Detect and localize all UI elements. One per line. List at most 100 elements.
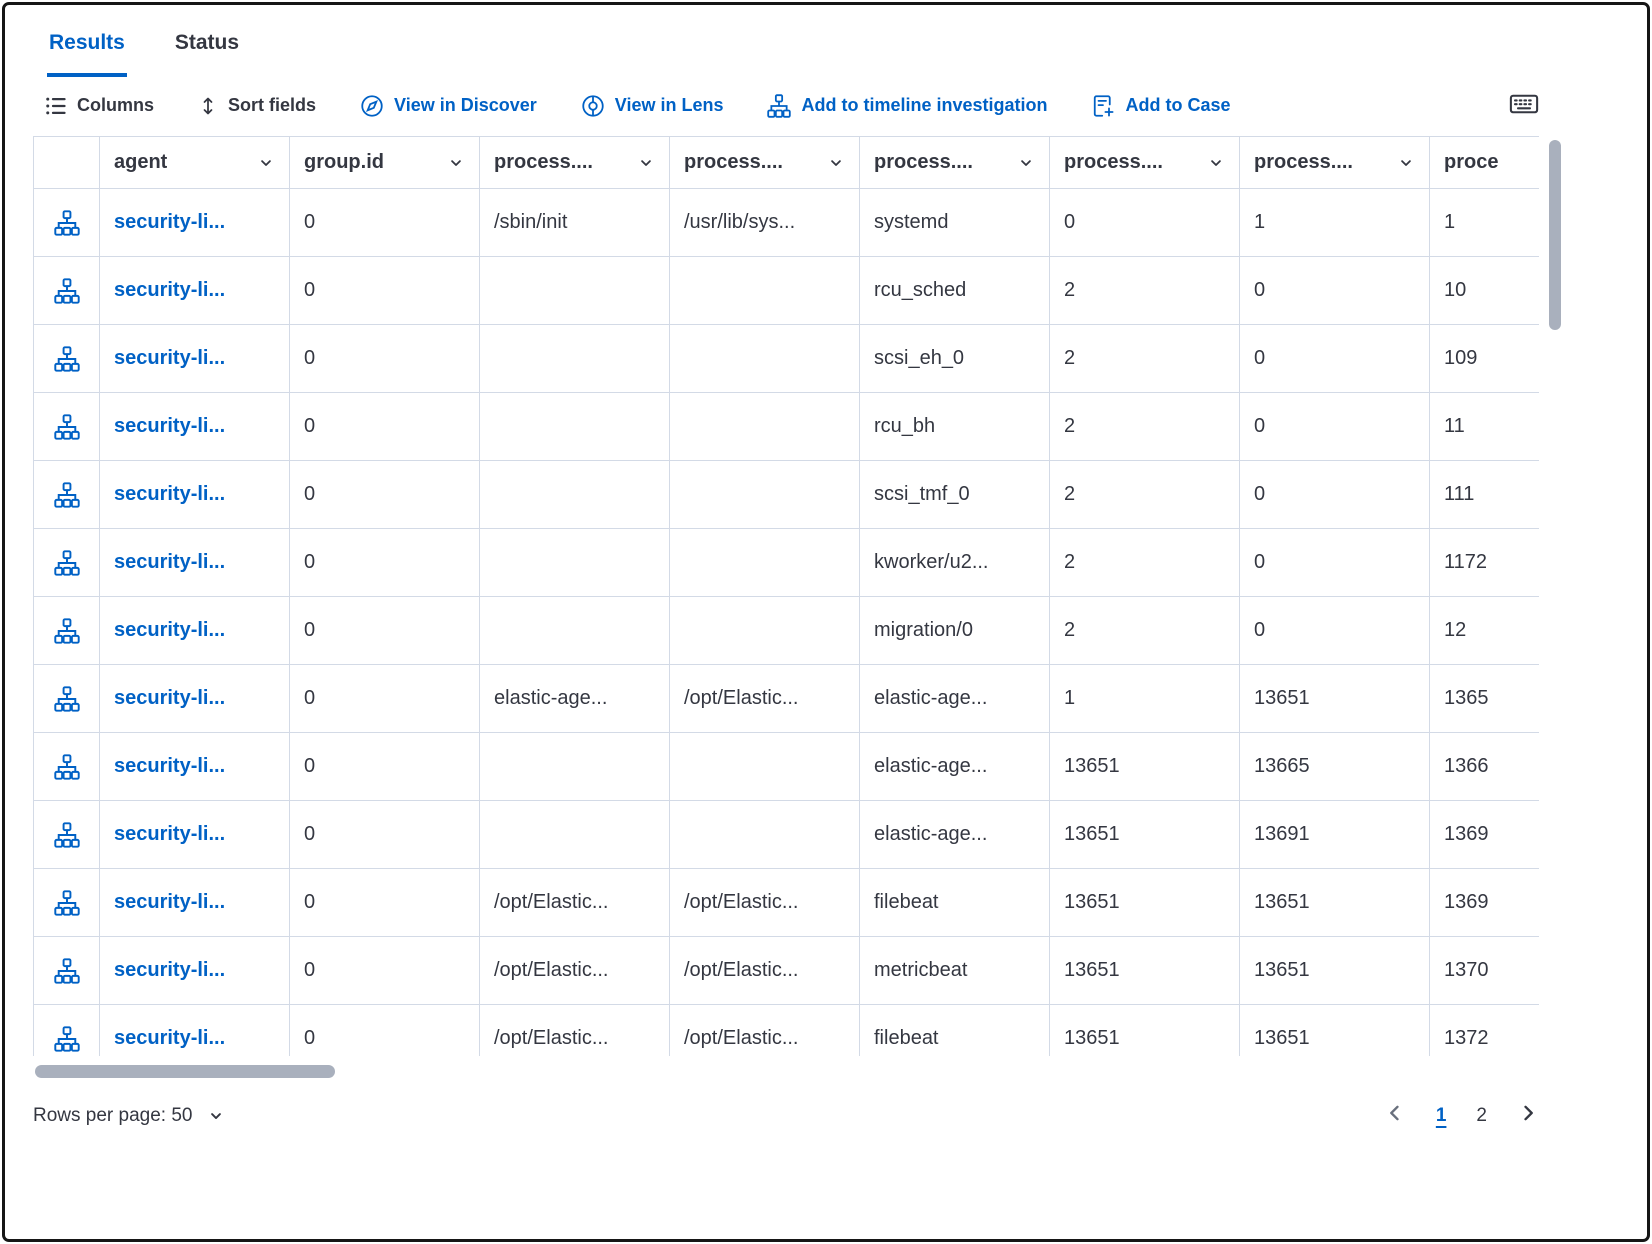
chevron-down-icon <box>637 154 655 172</box>
grid-cell: 13651 <box>1050 937 1240 1005</box>
horizontal-scrollbar-thumb[interactable] <box>35 1065 335 1078</box>
analyze-event-button[interactable] <box>34 733 100 801</box>
grid-cell: 1172 <box>1430 529 1539 597</box>
grid-cell: /opt/Elastic... <box>670 1005 860 1056</box>
agent-link-cell[interactable]: security-li... <box>100 937 290 1005</box>
analyze-event-button[interactable] <box>34 597 100 665</box>
vertical-scrollbar[interactable] <box>1549 138 1561 1050</box>
grid-cell: 13651 <box>1240 869 1430 937</box>
header-cell[interactable]: process.... <box>1240 137 1430 189</box>
grid-cell: 13691 <box>1240 801 1430 869</box>
grid-cell: 0 <box>1240 529 1430 597</box>
agent-link-cell[interactable]: security-li... <box>100 189 290 257</box>
analyze-event-button[interactable] <box>34 1005 100 1056</box>
grid-cell: 2 <box>1050 529 1240 597</box>
previous-page-button[interactable] <box>1384 1102 1406 1130</box>
next-page-button[interactable] <box>1517 1102 1539 1130</box>
analyzer-icon <box>54 686 80 712</box>
grid-cell <box>480 733 670 801</box>
grid-cell: 0 <box>290 461 480 529</box>
grid-cell: 1 <box>1050 665 1240 733</box>
header-cell[interactable]: process.... <box>480 137 670 189</box>
analyze-event-button[interactable] <box>34 937 100 1005</box>
rows-per-page-button[interactable]: Rows per page: 50 <box>33 1105 225 1127</box>
agent-link-cell[interactable]: security-li... <box>100 393 290 461</box>
grid-cell: scsi_tmf_0 <box>860 461 1050 529</box>
grid-cell <box>480 529 670 597</box>
analyzer-icon <box>54 958 80 984</box>
add-to-case-button[interactable]: Add to Case <box>1085 94 1230 118</box>
header-cell[interactable]: group.id <box>290 137 480 189</box>
grid-cell: /opt/Elastic... <box>670 937 860 1005</box>
analyze-event-button[interactable] <box>34 869 100 937</box>
agent-link-cell[interactable]: security-li... <box>100 801 290 869</box>
analyze-event-button[interactable] <box>34 257 100 325</box>
view-in-lens-button[interactable]: View in Lens <box>575 94 724 118</box>
analyze-event-button[interactable] <box>34 325 100 393</box>
keyboard-shortcuts-button[interactable] <box>1509 89 1539 122</box>
columns-button[interactable]: Columns <box>39 95 154 117</box>
analyzer-icon <box>54 890 80 916</box>
grid-cell <box>480 801 670 869</box>
chevron-down-icon <box>827 154 845 172</box>
agent-link-cell[interactable]: security-li... <box>100 869 290 937</box>
agent-link-cell[interactable]: security-li... <box>100 665 290 733</box>
agent-link-cell[interactable]: security-li... <box>100 1005 290 1056</box>
agent-link-cell[interactable]: security-li... <box>100 325 290 393</box>
discover-compass-icon <box>360 94 384 118</box>
view-in-discover-button[interactable]: View in Discover <box>354 94 537 118</box>
grid-cell <box>480 597 670 665</box>
grid-cell: /sbin/init <box>480 189 670 257</box>
analyze-event-button[interactable] <box>34 529 100 597</box>
grid-cell <box>670 257 860 325</box>
add-to-timeline-button[interactable]: Add to timeline investigation <box>761 94 1047 118</box>
table-row: security-li...0/opt/Elastic.../opt/Elast… <box>34 1005 1539 1056</box>
agent-link-cell[interactable]: security-li... <box>100 257 290 325</box>
analyze-event-button[interactable] <box>34 461 100 529</box>
horizontal-scrollbar[interactable] <box>33 1065 1539 1078</box>
table-row: security-li...0migration/02012 <box>34 597 1539 665</box>
grid-cell: 2 <box>1050 257 1240 325</box>
timeline-process-tree-icon <box>767 94 791 118</box>
grid-cell <box>670 393 860 461</box>
grid-cell: rcu_bh <box>860 393 1050 461</box>
grid-cell: /opt/Elastic... <box>670 665 860 733</box>
analyzer-icon <box>54 346 80 372</box>
header-cell[interactable]: agent <box>100 137 290 189</box>
page-2-button[interactable]: 2 <box>1476 1105 1487 1127</box>
header-cell[interactable]: process.... <box>670 137 860 189</box>
analyze-event-button[interactable] <box>34 665 100 733</box>
grid-cell: 13651 <box>1050 733 1240 801</box>
chevron-down-icon <box>257 154 275 172</box>
grid-cell <box>480 393 670 461</box>
chevron-left-icon <box>1384 1102 1406 1130</box>
grid-cell <box>670 325 860 393</box>
analyze-event-button[interactable] <box>34 393 100 461</box>
grid-cell <box>670 597 860 665</box>
grid-cell: 0 <box>1240 257 1430 325</box>
sort-fields-button[interactable]: Sort fields <box>192 95 316 116</box>
agent-link-cell[interactable]: security-li... <box>100 733 290 801</box>
header-cell[interactable]: process.... <box>860 137 1050 189</box>
grid-cell: /opt/Elastic... <box>670 869 860 937</box>
analyzer-icon <box>54 822 80 848</box>
grid-cell: filebeat <box>860 869 1050 937</box>
header-cell[interactable]: process.... <box>1050 137 1240 189</box>
grid-cell: scsi_eh_0 <box>860 325 1050 393</box>
agent-link-cell[interactable]: security-li... <box>100 529 290 597</box>
header-cell[interactable]: proce <box>1430 137 1539 189</box>
grid-cell: /opt/Elastic... <box>480 937 670 1005</box>
agent-link-cell[interactable]: security-li... <box>100 597 290 665</box>
grid-cell: migration/0 <box>860 597 1050 665</box>
results-flyout-panel: Results Status Columns Sort fields View … <box>2 2 1650 1242</box>
page-1-button[interactable]: 1 <box>1436 1105 1447 1127</box>
tab-results[interactable]: Results <box>47 19 127 77</box>
agent-link-cell[interactable]: security-li... <box>100 461 290 529</box>
grid-footer: Rows per page: 50 1 2 <box>33 1102 1539 1130</box>
analyze-event-button[interactable] <box>34 189 100 257</box>
analyze-event-button[interactable] <box>34 801 100 869</box>
grid-cell: 13651 <box>1050 1005 1240 1056</box>
vertical-scrollbar-thumb[interactable] <box>1549 140 1561 330</box>
grid-cell: 13651 <box>1240 1005 1430 1056</box>
tab-status[interactable]: Status <box>173 19 241 77</box>
